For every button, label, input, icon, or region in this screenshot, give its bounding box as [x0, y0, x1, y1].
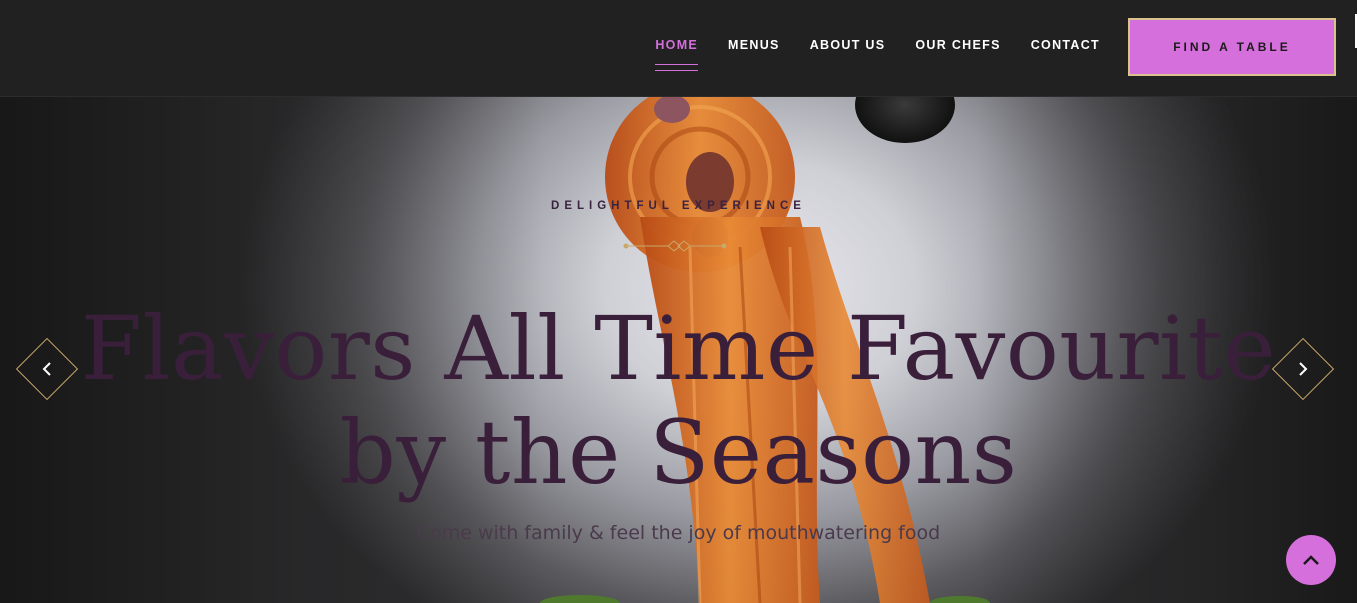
main-nav: HOME MENUS ABOUT US OUR CHEFS CONTACT — [655, 38, 1100, 71]
find-a-table-button[interactable]: FIND A TABLE — [1128, 18, 1336, 76]
nav-item-home[interactable]: HOME — [655, 38, 698, 71]
hero-title-line-1: Flavors All Time Favourite — [80, 297, 1277, 400]
ornament-divider-icon — [623, 240, 727, 252]
site-header: HOME MENUS ABOUT US OUR CHEFS CONTACT FI… — [0, 0, 1357, 97]
hero-title: Flavors All Time Favourite by the Season… — [0, 297, 1357, 505]
nav-item-menus[interactable]: MENUS — [728, 38, 780, 52]
nav-item-our-chefs[interactable]: OUR CHEFS — [915, 38, 1000, 52]
scroll-to-top-button[interactable] — [1286, 535, 1336, 585]
nav-item-about-us[interactable]: ABOUT US — [810, 38, 886, 52]
hero-eyebrow: DELIGHTFUL EXPERIENCE — [551, 200, 806, 212]
hero-title-line-2: by the Seasons — [339, 401, 1018, 504]
hero-subtitle: Come with family & feel the joy of mouth… — [416, 522, 941, 544]
chevron-up-icon — [1303, 555, 1319, 565]
hero-slider: DELIGHTFUL EXPERIENCE Flavors All Time F… — [0, 97, 1357, 603]
nav-item-contact[interactable]: CONTACT — [1031, 38, 1100, 52]
